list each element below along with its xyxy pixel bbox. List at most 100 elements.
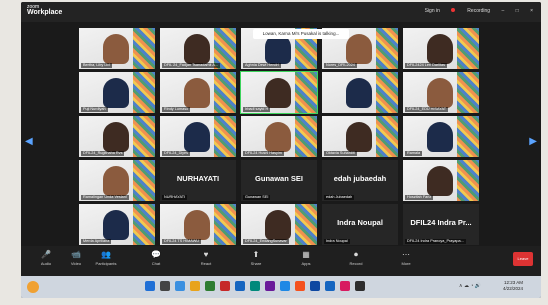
taskbar-app-icon[interactable] — [205, 281, 215, 291]
participant-tile[interactable]: DFIL24_EDU HISAYAT — [403, 72, 479, 113]
participant-name-display: NURHAYATI — [176, 174, 220, 183]
participant-tile[interactable]: Oktavia Suharditi — [322, 116, 398, 157]
batik-backdrop — [133, 28, 155, 69]
batik-backdrop — [133, 116, 155, 157]
participant-tile[interactable]: Ramalingan Unda Veslani — [79, 160, 155, 201]
batik-backdrop — [376, 28, 398, 69]
participant-tile[interactable]: DFIL24 Husni Hasyim — [241, 116, 317, 157]
participant-label: Ramala — [405, 151, 423, 156]
participant-label: DFIL24_Rugithaha Rvs — [81, 151, 125, 156]
brand-main: Workplace — [27, 9, 63, 16]
participant-tile[interactable]: DFIL24_Rugithaha Rvs — [79, 116, 155, 157]
participants-icon: 👥 — [101, 250, 111, 259]
share-button[interactable]: ⬆ Share — [239, 250, 273, 266]
video-button[interactable]: 📹 Video — [59, 250, 93, 266]
signin-link[interactable]: Sign in — [425, 8, 440, 14]
participant-label: DFIL 24_Fadjan Tsanadamit A... — [162, 63, 221, 68]
batik-backdrop — [457, 28, 479, 69]
participant-tile[interactable]: DFIL24_Diyes — [160, 116, 236, 157]
participant-label: DFIL24 TS HIMAWU — [162, 239, 202, 244]
participant-avatar — [103, 210, 129, 240]
participant-tile[interactable]: Hoszifah Fariz — [403, 160, 479, 201]
participant-tile[interactable]: DFIL24_EndangSunavar — [241, 204, 317, 245]
participant-tile[interactable]: DFIL24 Indra Pr... DFIL24 Indra Pranoya_P… — [403, 204, 479, 245]
react-button[interactable]: ♥ React — [189, 250, 223, 266]
participant-tile[interactable]: edah jubaedah edah Jubaedah — [322, 160, 398, 201]
participant-tile[interactable]: Gunawan SEI Gunawan SEI — [241, 160, 317, 201]
participant-avatar — [427, 122, 453, 152]
participant-label: edah Jubaedah — [324, 195, 355, 200]
participants-button[interactable]: 👥 Participants — [89, 250, 123, 266]
recording-indicator[interactable]: Recording — [451, 8, 490, 14]
video-grid: Bertha, Liby Ltd DFIL 24_Fadjan Tsanadami… — [79, 28, 483, 248]
taskbar-app-icon[interactable] — [295, 281, 305, 291]
participant-avatar — [427, 166, 453, 196]
participant-label: Puji Nurdiyah — [81, 107, 108, 112]
next-page-icon[interactable]: ▶ — [529, 136, 537, 147]
batik-backdrop — [214, 204, 236, 245]
taskbar-app-icon[interactable] — [250, 281, 260, 291]
taskbar-app-icon[interactable] — [325, 281, 335, 291]
audio-icon: 🎤 — [41, 250, 51, 259]
taskbar-app-icon[interactable] — [160, 281, 170, 291]
participant-label: DFIL2424 Leri Darlitas — [405, 63, 447, 68]
chat-icon: 💬 — [151, 250, 161, 259]
taskbar-app-icon[interactable] — [340, 281, 350, 291]
participant-tile[interactable]: Bertha, Liby Ltd — [79, 28, 155, 69]
audio-button[interactable]: 🎤 Audio — [29, 250, 63, 266]
participant-tile[interactable]: Irbadi sayid H — [240, 71, 318, 114]
batik-backdrop — [295, 72, 317, 113]
participant-label: Oktavia Suharditi — [324, 151, 357, 156]
more-icon: ⋯ — [402, 250, 410, 259]
record-button[interactable]: ⏺ Record — [339, 250, 373, 266]
leave-button[interactable]: Leave — [513, 252, 533, 266]
audio-label: Audio — [40, 261, 52, 266]
clock: 12:23 AM 4/22/2024 — [503, 280, 523, 292]
participant-tile[interactable]: DFIL24 TS HIMAWU — [160, 204, 236, 245]
participant-name-display: edah jubaedah — [333, 174, 387, 183]
participant-avatar — [184, 78, 210, 108]
taskbar-app-icon[interactable] — [235, 281, 245, 291]
participant-tile[interactable]: DFIL2424 Leri Darlitas — [403, 28, 479, 69]
participant-name-display: DFIL24 Indra Pr... — [410, 218, 472, 227]
participant-avatar — [103, 166, 129, 196]
participant-label: Bertha, Liby Ltd — [81, 63, 112, 68]
taskbar-app-icon[interactable] — [355, 281, 365, 291]
participant-label: Indra Noupal — [324, 239, 350, 244]
apps-button[interactable]: ▦ Apps — [289, 250, 323, 266]
taskbar-app-icon[interactable] — [280, 281, 290, 291]
participant-tile[interactable]: DFIL 24_Fadjan Tsanadamit A... — [160, 28, 236, 69]
participant-avatar — [427, 34, 453, 64]
chat-button[interactable]: 💬 Chat — [139, 250, 173, 266]
more-button[interactable]: ⋯ More — [389, 250, 423, 266]
minimize-icon[interactable]: – — [501, 8, 504, 14]
participant-tile[interactable]: Ramala — [403, 116, 479, 157]
record-icon: ⏺ — [354, 250, 358, 259]
batik-backdrop — [133, 72, 155, 113]
taskbar-app-icon[interactable] — [310, 281, 320, 291]
video-label: Video — [70, 261, 82, 266]
taskbar-app-icon[interactable] — [265, 281, 275, 291]
batik-backdrop — [214, 72, 236, 113]
participant-tile[interactable]: NURHAYATI NURHAYATI — [160, 160, 236, 201]
date: 4/22/2024 — [502, 286, 523, 291]
participant-tile[interactable]: Rindy Lumaso — [160, 72, 236, 113]
previous-page-icon[interactable]: ◀ — [25, 136, 33, 147]
taskbar-app-icon[interactable] — [175, 281, 185, 291]
participant-tile[interactable] — [322, 72, 398, 113]
batik-backdrop — [457, 116, 479, 157]
close-icon[interactable]: × — [530, 8, 533, 14]
record-label: Record — [349, 261, 363, 266]
windows-taskbar: ∧ ☁ ◔ 🔊 12:23 AM 4/22/2024 — [21, 276, 541, 298]
participant-tile[interactable]: Indra Noupal Indra Noupal — [322, 204, 398, 245]
apps-label: Apps — [301, 261, 311, 266]
participant-tile[interactable]: Merda Apriliana — [79, 204, 155, 245]
batik-backdrop — [376, 72, 398, 113]
taskbar-app-icon[interactable] — [220, 281, 230, 291]
more-label: More — [401, 261, 411, 266]
maximize-icon[interactable]: □ — [516, 8, 519, 14]
taskbar-app-icon[interactable] — [145, 281, 155, 291]
taskbar-app-icon[interactable] — [190, 281, 200, 291]
participant-tile[interactable]: Puji Nurdiyah — [79, 72, 155, 113]
meeting-toolbar: Leave 🎤 Audio 📹 Video 👥 Participants 💬 Chat ♥ Rea… — [21, 246, 541, 276]
